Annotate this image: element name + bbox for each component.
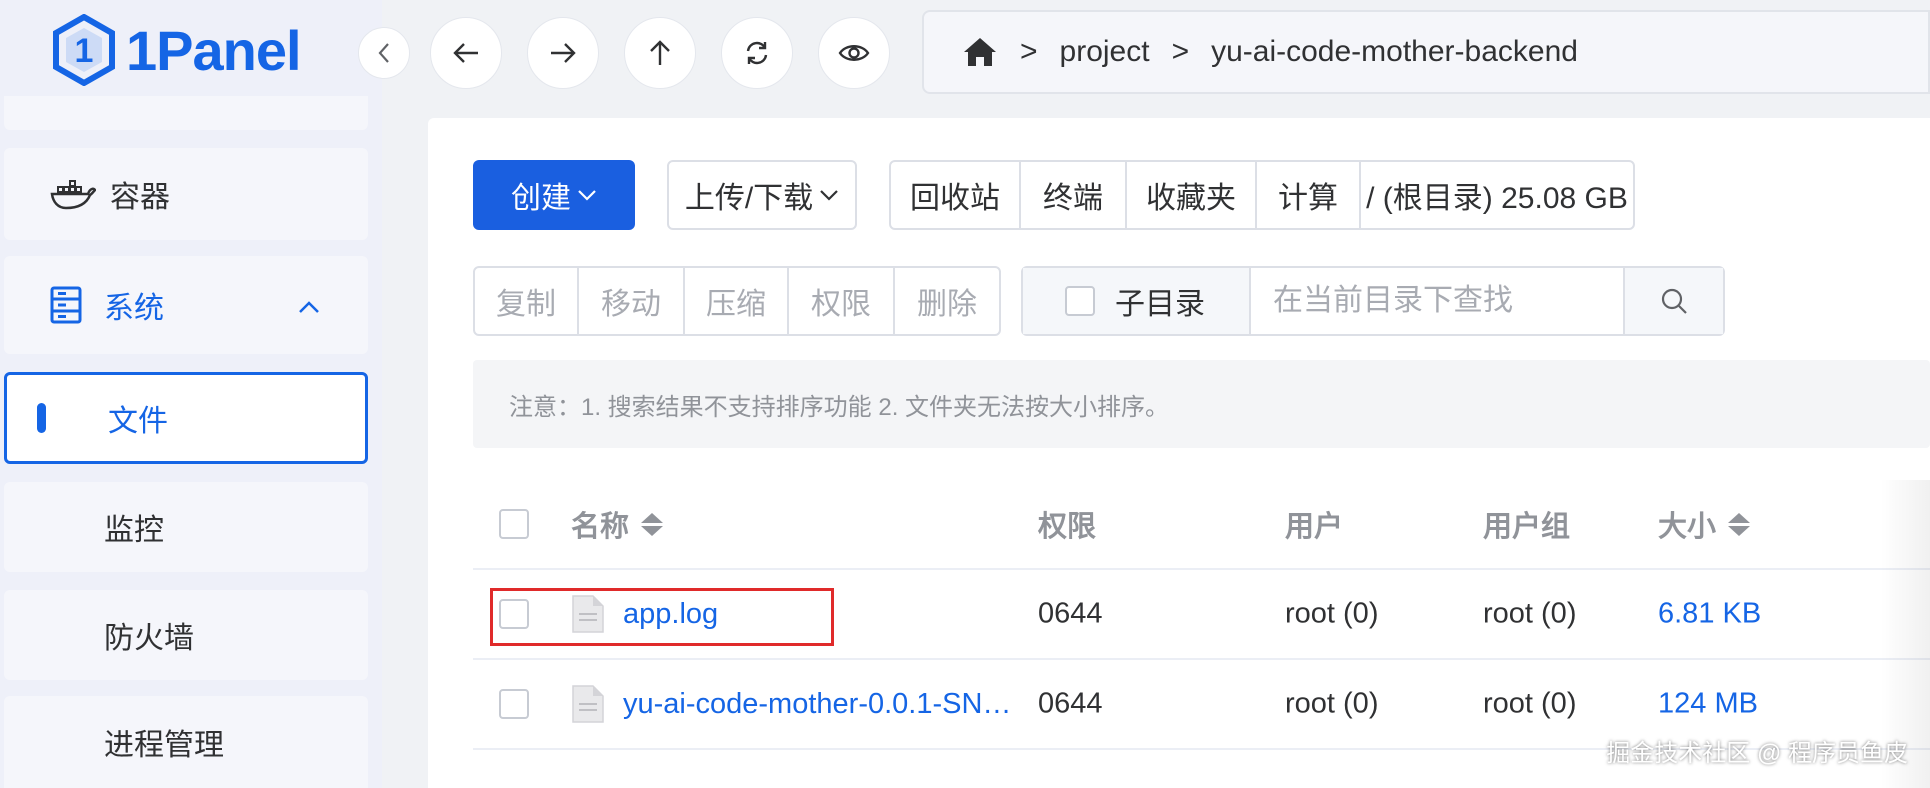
- docker-icon: [50, 176, 96, 212]
- file-size[interactable]: 124 MB: [1658, 688, 1758, 721]
- sidebar-item-label: 文件: [108, 405, 168, 438]
- chevron-up-icon: [298, 288, 320, 322]
- file-manager-panel: 创建 上传/下载 回收站 终端 收藏夹 计算 / (根目录) 25.08 GB …: [428, 118, 1930, 788]
- file-size[interactable]: 6.81 KB: [1658, 598, 1761, 631]
- sidebar-item-monitor[interactable]: 监控: [4, 482, 368, 572]
- batch-actions-group: 复制 移动 压缩 权限 删除: [473, 266, 1001, 336]
- select-all-checkbox[interactable]: [499, 509, 529, 539]
- upload-download-label: 上传/下载: [684, 182, 814, 215]
- file-nav-toolbar: [358, 16, 915, 90]
- chevron-down-icon: [820, 190, 838, 201]
- sidebar-item-clipped[interactable]: [4, 96, 368, 130]
- search-input[interactable]: [1251, 268, 1623, 334]
- brand-name: 1Panel: [126, 18, 302, 82]
- chevron-down-icon: [578, 190, 596, 201]
- column-permission-header: 权限: [1038, 511, 1097, 543]
- primary-toolbar: 创建 上传/下载 回收站 终端 收藏夹 计算 / (根目录) 25.08 GB: [473, 160, 1635, 230]
- file-name-link[interactable]: yu-ai-code-mother-0.0.1-SN…: [623, 688, 1011, 721]
- watermark: 掘金技术社区 @ 程序员鱼皮: [1606, 740, 1908, 767]
- refresh-icon: [746, 41, 768, 65]
- recycle-bin-button[interactable]: 回收站: [891, 162, 1021, 228]
- move-button[interactable]: 移动: [579, 268, 685, 334]
- compress-button[interactable]: 压缩: [685, 268, 789, 334]
- svg-text:1: 1: [75, 32, 94, 70]
- file-group[interactable]: root (0): [1483, 688, 1576, 721]
- row-checkbox[interactable]: [499, 689, 529, 719]
- sidebar-item-label: 监控: [104, 514, 164, 547]
- column-size-header[interactable]: 大小: [1658, 503, 1751, 545]
- sidebar-item-files[interactable]: 文件: [4, 372, 368, 464]
- file-permission[interactable]: 0644: [1038, 598, 1103, 631]
- tools-button-group: 回收站 终端 收藏夹 计算 / (根目录) 25.08 GB: [889, 160, 1635, 230]
- breadcrumb-item[interactable]: yu-ai-code-mother-backend: [1211, 35, 1578, 69]
- brand-logo[interactable]: 1 1Panel: [52, 12, 302, 88]
- sidebar-item-process[interactable]: 进程管理: [4, 696, 368, 788]
- sidebar-item-label: 系统: [104, 292, 164, 325]
- sidebar-item-label: 容器: [110, 181, 170, 214]
- sidebar-item-system[interactable]: 系统: [4, 256, 368, 354]
- breadcrumb-separator: >: [1020, 35, 1038, 68]
- breadcrumb-separator: >: [1171, 35, 1190, 68]
- home-icon[interactable]: [962, 36, 998, 68]
- search-group: 子目录: [1021, 266, 1725, 336]
- sidebar: 1 1Panel 容器 系统 文件 监控 防火墙 进程管理: [0, 0, 382, 788]
- delete-button[interactable]: 删除: [895, 268, 999, 334]
- arrow-up-icon: [650, 40, 670, 65]
- search-notice: 注意：1. 搜索结果不支持排序功能 2. 文件夹无法按大小排序。: [473, 360, 1930, 448]
- secondary-toolbar: 复制 移动 压缩 权限 删除 子目录: [473, 266, 1725, 336]
- server-icon: [50, 286, 96, 324]
- column-name-header[interactable]: 名称: [571, 503, 664, 545]
- arrow-right-icon: [551, 43, 576, 63]
- favorites-button[interactable]: 收藏夹: [1127, 162, 1257, 228]
- toggle-hidden-files-button[interactable]: [818, 17, 890, 89]
- upload-download-button[interactable]: 上传/下载: [667, 160, 857, 230]
- calculate-button[interactable]: 计算: [1257, 162, 1361, 228]
- column-label: 大小: [1658, 511, 1717, 543]
- breadcrumb-item[interactable]: project: [1060, 35, 1150, 69]
- table-header: 名称 权限 用户 用户组 大小: [473, 480, 1930, 570]
- up-directory-button[interactable]: [624, 17, 696, 89]
- create-button[interactable]: 创建: [473, 160, 635, 230]
- sort-icon[interactable]: [1728, 512, 1751, 536]
- back-button[interactable]: [430, 17, 502, 89]
- file-user[interactable]: root (0): [1285, 598, 1378, 631]
- sidebar-item-firewall[interactable]: 防火墙: [4, 590, 368, 680]
- forward-button[interactable]: [527, 17, 599, 89]
- terminal-button[interactable]: 终端: [1021, 162, 1127, 228]
- 1panel-logo-icon: 1: [53, 14, 115, 86]
- search-icon: [1661, 288, 1687, 314]
- file-icon: [572, 685, 604, 723]
- file-permission[interactable]: 0644: [1038, 688, 1103, 721]
- file-group[interactable]: root (0): [1483, 598, 1576, 631]
- breadcrumb: > project > yu-ai-code-mother-backend: [922, 10, 1930, 94]
- sidebar-item-label: 防火墙: [104, 622, 194, 655]
- collapse-sidebar-button[interactable]: [358, 27, 410, 79]
- column-label: 名称: [571, 511, 630, 543]
- eye-icon: [838, 45, 870, 61]
- column-user-header: 用户: [1285, 511, 1344, 543]
- subdirectory-toggle[interactable]: 子目录: [1023, 268, 1251, 334]
- subdirectory-checkbox[interactable]: [1065, 286, 1095, 316]
- disk-usage-button[interactable]: / (根目录) 25.08 GB: [1361, 162, 1633, 228]
- column-group-header: 用户组: [1483, 511, 1571, 543]
- arrow-left-icon: [453, 43, 478, 63]
- file-user[interactable]: root (0): [1285, 688, 1378, 721]
- create-label: 创建: [511, 182, 571, 215]
- sidebar-item-label: 进程管理: [104, 729, 224, 762]
- sidebar-item-container[interactable]: 容器: [4, 148, 368, 240]
- search-button[interactable]: [1623, 268, 1723, 334]
- refresh-button[interactable]: [721, 17, 793, 89]
- sort-icon[interactable]: [641, 512, 664, 536]
- chevron-left-icon: [378, 43, 389, 63]
- permission-button[interactable]: 权限: [789, 268, 895, 334]
- annotation-highlight-box: [490, 588, 834, 646]
- subdirectory-label: 子目录: [1115, 288, 1205, 321]
- copy-button[interactable]: 复制: [475, 268, 579, 334]
- active-indicator: [37, 403, 46, 433]
